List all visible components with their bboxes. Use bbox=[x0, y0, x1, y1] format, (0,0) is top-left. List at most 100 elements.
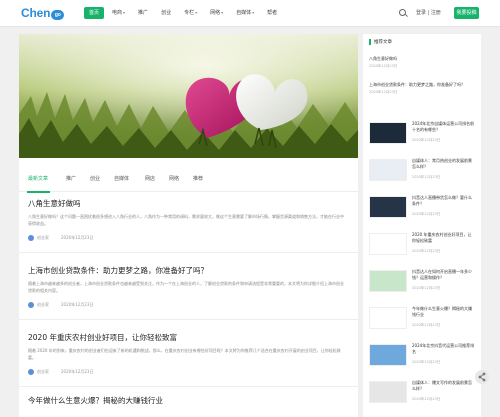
sidebar-thumb-title[interactable]: 抖音达人直播带货怎么做？要什么条件？ bbox=[412, 195, 475, 207]
author-avatar bbox=[28, 302, 34, 308]
nav-item[interactable]: 帮者 bbox=[262, 7, 282, 19]
tab-self-media[interactable]: 自媒体 bbox=[114, 175, 129, 182]
tab-network[interactable]: 网络 bbox=[169, 175, 179, 182]
nav-item[interactable]: 网络▾ bbox=[205, 7, 228, 19]
sidebar-thumbnail[interactable] bbox=[369, 196, 407, 218]
sidebar-thumb-date: 2020年12月23日 bbox=[412, 138, 441, 142]
sidebar-item-date: 2020年12月23日 bbox=[369, 90, 398, 94]
nav-item[interactable]: 自媒体▾ bbox=[231, 7, 259, 19]
author-avatar bbox=[28, 235, 34, 241]
nav-item-label: 电商 bbox=[112, 10, 123, 16]
sidebar-thumb-title[interactable]: 2024年北京抖音代运营公司推荐排名 bbox=[412, 343, 475, 355]
tab-latest[interactable]: 最新文章 bbox=[28, 175, 48, 182]
chevron-down-icon: ▾ bbox=[221, 10, 224, 15]
article-item[interactable]: 2020 年重庆农村创业好项目，让你轻松致富 随着 2020 年的到来，重庆农村… bbox=[19, 330, 358, 387]
nav-item[interactable]: 首页 bbox=[84, 7, 105, 19]
tab-startup[interactable]: 创业 bbox=[90, 175, 100, 182]
sidebar-thumbnail[interactable] bbox=[369, 122, 407, 144]
author-name[interactable]: 创业家 bbox=[37, 369, 49, 375]
sidebar-thumb-date: 2020年12月23日 bbox=[412, 212, 441, 216]
sidebar-thumb-date: 2020年12月23日 bbox=[412, 323, 441, 327]
nav-item[interactable]: 专栏▾ bbox=[179, 7, 202, 19]
nav-item-label: 推广 bbox=[138, 10, 149, 16]
nav-item-label: 网络 bbox=[210, 10, 221, 16]
author-name[interactable]: 创业家 bbox=[37, 235, 49, 241]
article-excerpt: 随着 2020 年的到来，重庆农村的创业者们也迎来了新的机遇和挑战，那么，在重庆… bbox=[28, 348, 341, 360]
chevron-down-icon: ▾ bbox=[123, 10, 126, 15]
article-date: 2020年12月23日 bbox=[61, 369, 94, 374]
sidebar-item-title[interactable]: 八角生意好做吗 bbox=[369, 56, 477, 62]
nav-item[interactable]: 电商▾ bbox=[107, 7, 130, 19]
nav-item-label: 首页 bbox=[89, 10, 100, 16]
sidebar-title: 推荐文章 bbox=[374, 40, 392, 45]
share-button[interactable] bbox=[475, 370, 489, 384]
hearts-on-grass-image bbox=[19, 34, 358, 158]
sidebar-thumb-date: 2020年12月23日 bbox=[412, 286, 441, 290]
sidebar-item[interactable]: 上海市创业贷款条件：助力更梦之路，你准备好了吗？ 2020年12月23日 bbox=[369, 82, 477, 95]
sidebar-thumb-date: 2020年12月23日 bbox=[412, 397, 441, 401]
sidebar-thumb-title[interactable]: 2020 年重庆农村创业好项目，让你轻松致富 bbox=[412, 232, 475, 244]
main-content: 最新文章 推广 创业 自媒体 网店 网络 推荐 八角生意好做吗 八角生意好做吗？… bbox=[19, 34, 358, 417]
nav-item[interactable]: 创业 bbox=[156, 7, 176, 19]
sidebar-thumbnail[interactable] bbox=[369, 233, 407, 255]
tab-recommend[interactable]: 推荐 bbox=[193, 175, 203, 182]
sidebar-thumb-title[interactable]: 2024年北京自媒体运营公司排名前十名的有哪些？ bbox=[412, 121, 475, 133]
article-date: 2020年12月23日 bbox=[61, 235, 94, 240]
nav-item-label: 专栏 bbox=[184, 10, 195, 16]
login-register-link[interactable]: 登录 | 注册 bbox=[416, 9, 441, 16]
nav-item-label: 自媒体 bbox=[236, 10, 252, 16]
sidebar-thumbnail[interactable] bbox=[369, 159, 407, 181]
sidebar-header: 推荐文章 bbox=[369, 39, 392, 45]
article-title[interactable]: 2020 年重庆农村创业好项目，让你轻松致富 bbox=[28, 332, 177, 343]
article-date: 2020年12月23日 bbox=[61, 302, 94, 307]
sidebar-thumb-date: 2020年12月23日 bbox=[412, 360, 441, 364]
search-icon[interactable] bbox=[399, 9, 406, 16]
article-meta: 创业家 2020年12月23日 bbox=[28, 235, 93, 241]
article-excerpt: 八角生意好做吗？这个问题一直困扰着很多想进入八角行业的人，八角作为一种常用的调料… bbox=[28, 214, 344, 226]
featured-banner-image[interactable] bbox=[19, 34, 358, 158]
article-title[interactable]: 今年做什么生意火爆？揭秘的大赚钱行业 bbox=[28, 395, 163, 406]
article-item[interactable]: 八角生意好做吗 八角生意好做吗？这个问题一直困扰着很多想进入八角行业的人，八角作… bbox=[19, 196, 358, 253]
sidebar-thumb-title[interactable]: 自媒体人：常月热创业的发展前景怎么样？ bbox=[412, 158, 475, 170]
logo-text: Chen bbox=[21, 6, 51, 20]
sidebar-item-title[interactable]: 上海市创业贷款条件：助力更梦之路，你准备好了吗？ bbox=[369, 82, 477, 88]
sidebar-thumbnail[interactable] bbox=[369, 307, 407, 329]
main-nav: 首页 电商▾ 推广 创业 专栏▾ 网络▾ 自媒体▾ 帮者 bbox=[84, 7, 285, 19]
article-excerpt bbox=[28, 410, 346, 417]
tab-promotion[interactable]: 推广 bbox=[66, 175, 76, 182]
top-navigation-bar: Chen go 首页 电商▾ 推广 创业 专栏▾ 网络▾ 自媒体▾ 帮者 登录 | 注册 我要投… bbox=[0, 0, 500, 27]
chevron-down-icon: ▾ bbox=[195, 10, 198, 15]
sidebar-item-date: 2020年12月23日 bbox=[369, 64, 398, 68]
article-item[interactable]: 今年做什么生意火爆？揭秘的大赚钱行业 bbox=[19, 393, 358, 417]
article-meta: 创业家 2020年12月23日 bbox=[28, 369, 93, 375]
article-title[interactable]: 上海市创业贷款条件：助力更梦之路，你准备好了吗？ bbox=[28, 265, 208, 276]
sidebar-item[interactable]: 八角生意好做吗 2020年12月23日 bbox=[369, 56, 477, 69]
sidebar-thumbnail[interactable] bbox=[369, 270, 407, 292]
sidebar-thumbnail[interactable] bbox=[369, 381, 407, 403]
category-tabs: 最新文章 推广 创业 自媒体 网店 网络 推荐 bbox=[19, 168, 358, 193]
share-icon bbox=[478, 372, 486, 382]
sidebar-thumb-date: 2020年12月23日 bbox=[412, 175, 441, 179]
recommended-sidebar: 推荐文章 八角生意好做吗 2020年12月23日 上海市创业贷款条件：助力更梦之… bbox=[363, 34, 481, 417]
sidebar-thumbnail[interactable] bbox=[369, 344, 407, 366]
nav-item-label: 创业 bbox=[161, 10, 172, 16]
article-excerpt: 随着上海市越来越多的创业者，上海市创业贷款条件也越来越受到关注，作为一个在上海创… bbox=[28, 281, 344, 293]
nav-item[interactable]: 推广 bbox=[133, 7, 153, 19]
sidebar-accent-bar bbox=[369, 39, 371, 45]
sidebar-thumb-title[interactable]: 今年做什么生意火爆？揭秘的大赚钱行业 bbox=[412, 306, 475, 318]
sidebar-thumb-date: 2020年12月23日 bbox=[412, 249, 441, 253]
chevron-down-icon: ▾ bbox=[252, 10, 255, 15]
author-avatar bbox=[28, 369, 34, 375]
submit-post-button[interactable]: 我要投稿 bbox=[454, 7, 479, 19]
active-tab-indicator bbox=[27, 191, 50, 193]
sidebar-thumb-title[interactable]: 抖音达人在如何开启直播一年多少钱？运营和操作？ bbox=[412, 269, 475, 281]
logo-badge: go bbox=[51, 10, 65, 20]
article-title[interactable]: 八角生意好做吗 bbox=[28, 198, 81, 209]
article-meta: 创业家 2020年12月23日 bbox=[28, 302, 93, 308]
site-logo[interactable]: Chen go bbox=[21, 6, 65, 20]
article-item[interactable]: 上海市创业贷款条件：助力更梦之路，你准备好了吗？ 随着上海市越来越多的创业者，上… bbox=[19, 263, 358, 320]
author-name[interactable]: 创业家 bbox=[37, 302, 49, 308]
sidebar-thumb-title[interactable]: 自媒体人：爆文写作的发展前景怎么样？ bbox=[412, 380, 475, 392]
tab-online-store[interactable]: 网店 bbox=[145, 175, 155, 182]
nav-item-label: 帮者 bbox=[267, 10, 278, 16]
